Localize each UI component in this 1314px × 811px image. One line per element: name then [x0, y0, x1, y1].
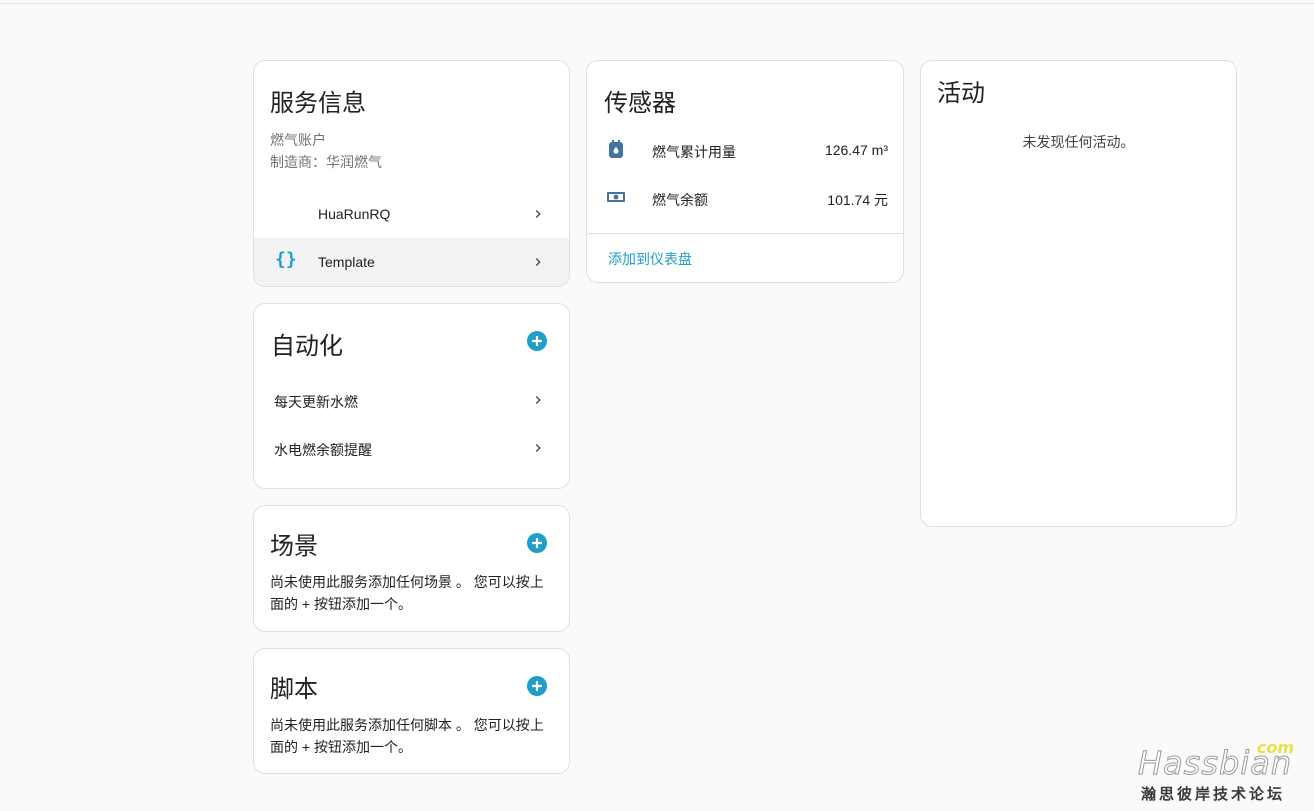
card-title: 场景: [270, 533, 318, 560]
sensor-value: 101.74 元: [827, 192, 888, 208]
add-script-button[interactable]: [527, 676, 547, 696]
manufacturer-label: 制造商：华润燃气: [270, 154, 382, 170]
card-title: 自动化: [271, 333, 343, 360]
sensor-row-gas-balance[interactable]: 燃气余额 101.74 元: [587, 173, 903, 221]
watermark-brand: Hassbian: [1137, 744, 1293, 783]
scenes-empty-text: 尚未使用此服务添加任何场景 。 您可以按上 面的 + 按钮添加一个。: [270, 571, 544, 615]
card-title: 传感器: [604, 90, 676, 117]
sensor-row-gas-usage[interactable]: 燃气累计用量 126.47 m³: [587, 125, 903, 173]
chevron-right-icon: [530, 254, 546, 270]
automation-row[interactable]: 每天更新水燃: [254, 376, 569, 424]
empty-text-line: 面的 + 按钮添加一个。: [270, 596, 412, 612]
sensors-card: 传感器 燃气累计用量 126.47 m³ 燃气余额 101.74 元 添加到仪表…: [586, 60, 904, 283]
braces-icon: {}: [275, 249, 297, 270]
automation-label: 水电燃余额提醒: [274, 442, 372, 458]
scenes-card: 场景 尚未使用此服务添加任何场景 。 您可以按上 面的 + 按钮添加一个。: [253, 505, 570, 632]
integration-row-template[interactable]: {} Template: [254, 238, 569, 286]
empty-text-line: 面的 + 按钮添加一个。: [270, 739, 412, 755]
sensor-value: 126.47 m³: [824, 142, 888, 158]
scripts-card: 脚本 尚未使用此服务添加任何脚本 。 您可以按上 面的 + 按钮添加一个。: [253, 648, 570, 774]
activity-empty-text: 未发现任何活动。: [1022, 134, 1135, 150]
add-scene-button[interactable]: [527, 533, 547, 553]
integration-label: Template: [318, 254, 375, 270]
cash-icon: [606, 187, 626, 212]
empty-text-line: 尚未使用此服务添加任何脚本 。 您可以按上: [270, 717, 544, 733]
card-title: 脚本: [270, 676, 318, 703]
card-divider: [587, 233, 903, 234]
add-to-dashboard-button[interactable]: 添加到仪表盘: [608, 249, 692, 269]
scripts-empty-text: 尚未使用此服务添加任何脚本 。 您可以按上 面的 + 按钮添加一个。: [270, 714, 544, 758]
empty-text-line: 尚未使用此服务添加任何场景 。 您可以按上: [270, 574, 544, 590]
chevron-right-icon: [530, 392, 546, 408]
automation-row[interactable]: 水电燃余额提醒: [254, 424, 569, 472]
sensor-label: 燃气累计用量: [652, 144, 736, 160]
automation-card: 自动化 每天更新水燃 水电燃余额提醒: [253, 303, 570, 489]
top-border: [0, 0, 1314, 4]
chevron-right-icon: [530, 206, 546, 222]
automation-label: 每天更新水燃: [274, 394, 358, 410]
sensor-label: 燃气余额: [652, 192, 708, 208]
gas-meter-icon: [606, 139, 626, 164]
card-title: 活动: [937, 80, 985, 107]
integration-label: HuaRunRQ: [318, 206, 391, 222]
watermark-subtitle: 瀚思彼岸技术论坛: [1141, 786, 1286, 803]
account-label: 燃气账户: [270, 132, 326, 148]
add-automation-button[interactable]: [527, 331, 547, 351]
card-title: 服务信息: [270, 90, 366, 117]
activity-card: 活动 未发现任何活动。: [920, 60, 1237, 527]
service-info-card: 服务信息 燃气账户 制造商：华润燃气 HuaRunRQ {} Template: [253, 60, 570, 287]
integration-row-huarunrq[interactable]: HuaRunRQ: [254, 190, 569, 238]
chevron-right-icon: [530, 440, 546, 456]
